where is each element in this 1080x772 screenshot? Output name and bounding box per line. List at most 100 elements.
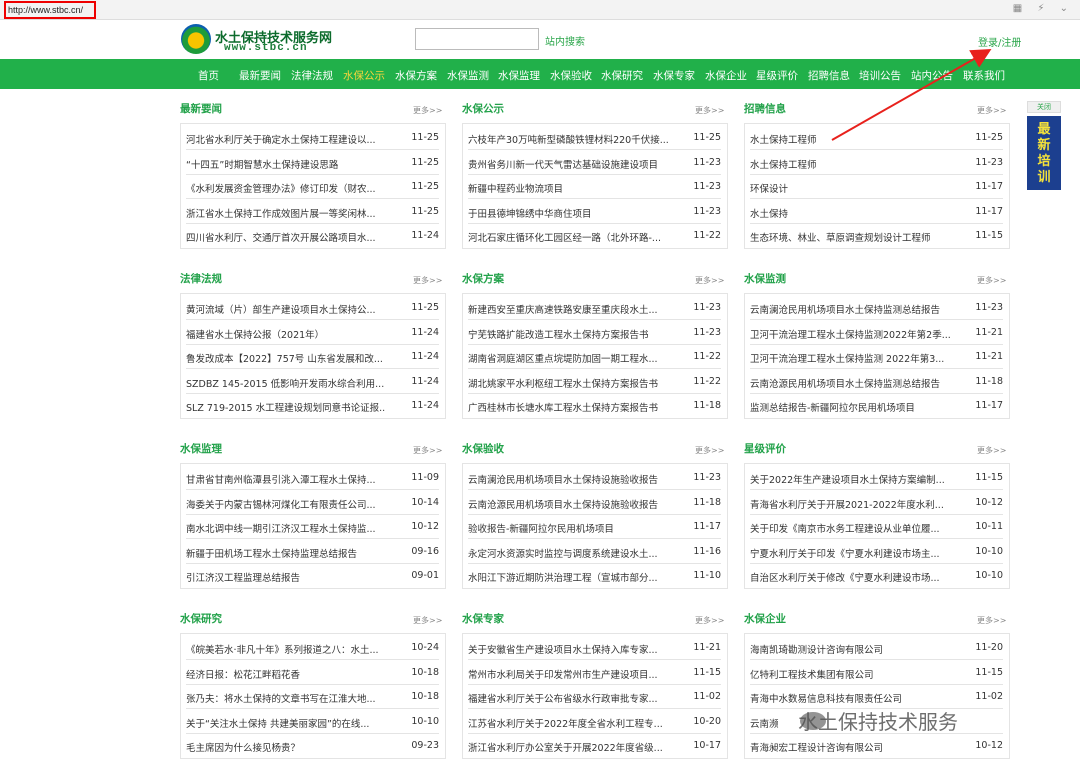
nav-item-10[interactable]: 水保企业: [705, 68, 747, 83]
more-link[interactable]: 更多>>: [413, 105, 442, 116]
list-item-title[interactable]: 经济日报：松花江畔稻花香: [186, 667, 386, 681]
list-item-title[interactable]: 关于2022年生产建设项目水土保持方案编制...: [750, 472, 950, 486]
list-item[interactable]: 毛主席因为什么接见杨贵？ 09-23: [186, 734, 439, 758]
list-item-title[interactable]: 湖南省洞庭湖区重点垸堤防加固一期工程水...: [468, 351, 668, 365]
more-link[interactable]: 更多>>: [695, 275, 724, 286]
list-item[interactable]: 新疆于田机场工程水土保持监理总结报告 09-16: [186, 540, 439, 564]
list-item-title[interactable]: 新疆于田机场工程水土保持监理总结报告: [186, 546, 386, 560]
list-item[interactable]: 新疆中程药业物流项目 11-23: [468, 175, 721, 199]
list-item-title[interactable]: 云南澜沧民用机场项目水土保持设施验收报告: [468, 472, 668, 486]
list-item[interactable]: 江苏省水利厅关于2022年度全省水利工程专... 10-20: [468, 710, 721, 734]
training-ad-banner[interactable]: 最新培训: [1027, 116, 1061, 190]
list-item-title[interactable]: 福建省水利厅关于公布省级水行政审批专家...: [468, 691, 668, 705]
more-link[interactable]: 更多>>: [695, 445, 724, 456]
more-link[interactable]: 更多>>: [413, 275, 442, 286]
section-title[interactable]: 水保公示: [462, 101, 504, 116]
list-item-title[interactable]: 河北石家庄循环化工园区经一路（北外环路-...: [468, 230, 668, 244]
list-item-title[interactable]: 水土保持工程师: [750, 132, 950, 146]
list-item-title[interactable]: 常州市水利局关于印发常州市生产建设项目...: [468, 667, 668, 681]
list-item[interactable]: 云南澜沧民用机场项目水土保持监测总结报告 11-23: [750, 296, 1003, 320]
list-item[interactable]: 浙江省水土保持工作成效图片展一等奖闲林... 11-25: [186, 200, 439, 224]
list-item-title[interactable]: 张乃夫：将水土保持的文章书写在江淮大地...: [186, 691, 386, 705]
nav-item-15[interactable]: 联系我们: [963, 68, 1005, 83]
list-item[interactable]: 经济日报：松花江畔稻花香 10-18: [186, 661, 439, 685]
nav-item-2[interactable]: 法律法规: [291, 68, 333, 83]
list-item-title[interactable]: 于田县德坤锦绣中华商住项目: [468, 206, 668, 220]
list-item-title[interactable]: 六枝年产30万吨新型磷酸铁锂材料220千伏接...: [468, 132, 668, 146]
list-item[interactable]: 青海昶宏工程设计咨询有限公司 10-12: [750, 734, 1003, 758]
list-item-title[interactable]: 海南凯琦勘测设计咨询有限公司: [750, 642, 950, 656]
nav-item-14[interactable]: 站内公告: [911, 68, 953, 83]
search-input[interactable]: [415, 28, 539, 50]
list-item-title[interactable]: 亿特利工程技术集团有限公司: [750, 667, 950, 681]
list-item-title[interactable]: 青海中水数易信息科技有限责任公司: [750, 691, 950, 705]
nav-item-6[interactable]: 水保监理: [498, 68, 540, 83]
list-item-title[interactable]: 云南澜沧民用机场项目水土保持监测总结报告: [750, 302, 950, 316]
list-item[interactable]: 海委关于内蒙古锡林河煤化工有限责任公司... 10-14: [186, 491, 439, 515]
list-item[interactable]: 云南澜沧民用机场项目水土保持设施验收报告 11-23: [468, 466, 721, 490]
list-item-title[interactable]: 水土保持工程师: [750, 157, 950, 171]
list-item-title[interactable]: 卫河干流治理工程水土保持监测2022年第2季...: [750, 327, 950, 341]
nav-item-3[interactable]: 水保公示: [343, 68, 385, 83]
list-item[interactable]: 关于2022年生产建设项目水土保持方案编制... 11-15: [750, 466, 1003, 490]
nav-item-11[interactable]: 星级评价: [756, 68, 798, 83]
list-item[interactable]: 卫河干流治理工程水土保持监测 2022年第3... 11-21: [750, 345, 1003, 369]
list-item[interactable]: 于田县德坤锦绣中华商住项目 11-23: [468, 200, 721, 224]
list-item-title[interactable]: 贵州省务川新一代天气雷达基础设施建设项目: [468, 157, 668, 171]
list-item[interactable]: 环保设计 11-17: [750, 175, 1003, 199]
more-link[interactable]: 更多>>: [977, 615, 1006, 626]
list-item[interactable]: “十四五”时期智慧水土保持建设思路 11-25: [186, 151, 439, 175]
list-item-title[interactable]: 《皖美若水·非凡十年》系列报道之八：水土...: [186, 642, 386, 656]
list-item[interactable]: 水土保持 11-17: [750, 200, 1003, 224]
list-item-title[interactable]: 新疆中程药业物流项目: [468, 181, 668, 195]
list-item-title[interactable]: 自治区水利厅关于修改《宁夏水利建设市场...: [750, 570, 950, 584]
list-item[interactable]: 《皖美若水·非凡十年》系列报道之八：水土... 10-24: [186, 636, 439, 660]
list-item[interactable]: 云南沧源民用机场项目水土保持设施验收报告 11-18: [468, 491, 721, 515]
list-item[interactable]: 湖南省洞庭湖区重点垸堤防加固一期工程水... 11-22: [468, 345, 721, 369]
list-item-title[interactable]: 水阳江下游近期防洪治理工程（宣城市部分...: [468, 570, 668, 584]
list-item[interactable]: 河北省水利厅关于确定水土保持工程建设以... 11-25: [186, 126, 439, 150]
nav-item-4[interactable]: 水保方案: [395, 68, 437, 83]
list-item-title[interactable]: 青海省水利厅关于开展2021-2022年度水利...: [750, 497, 950, 511]
site-logo-icon[interactable]: [181, 24, 211, 54]
list-item[interactable]: 常州市水利局关于印发常州市生产建设项目... 11-15: [468, 661, 721, 685]
list-item-title[interactable]: 环保设计: [750, 181, 950, 195]
list-item-title[interactable]: 关于“关注水土保持 共建美丽家园”的在线...: [186, 716, 386, 730]
list-item[interactable]: 云南沧源民用机场项目水土保持监测总结报告 11-18: [750, 370, 1003, 394]
list-item-title[interactable]: 浙江省水利厅办公室关于开展2022年度省级...: [468, 740, 668, 754]
list-item[interactable]: 宁夏水利厅关于印发《宁夏水利建设市场主... 10-10: [750, 540, 1003, 564]
list-item-title[interactable]: 引江济汉工程监理总结报告: [186, 570, 386, 584]
list-item[interactable]: 水土保持工程师 11-23: [750, 151, 1003, 175]
list-item-title[interactable]: 黄河流域（片）部生产建设项目水土保持公...: [186, 302, 386, 316]
section-title[interactable]: 最新要闻: [180, 101, 222, 116]
list-item[interactable]: 关于印发《南京市水务工程建设从业单位履... 10-11: [750, 515, 1003, 539]
list-item-title[interactable]: 毛主席因为什么接见杨贵？: [186, 740, 386, 754]
list-item-title[interactable]: 新建西安至重庆高速铁路安康至重庆段水土...: [468, 302, 668, 316]
list-item-title[interactable]: 四川省水利厅、交通厅首次开展公路项目水...: [186, 230, 386, 244]
list-item[interactable]: 鲁发改成本【2022】757号 山东省发展和改... 11-24: [186, 345, 439, 369]
list-item-title[interactable]: 宁夏水利厅关于印发《宁夏水利建设市场主...: [750, 546, 950, 560]
nav-item-7[interactable]: 水保验收: [550, 68, 592, 83]
more-link[interactable]: 更多>>: [413, 615, 442, 626]
section-title[interactable]: 水保企业: [744, 611, 786, 626]
list-item-title[interactable]: 湖北姚家平水利枢纽工程水土保持方案报告书: [468, 376, 668, 390]
nav-item-12[interactable]: 招聘信息: [808, 68, 850, 83]
nav-item-0[interactable]: 首页: [198, 68, 219, 83]
list-item-title[interactable]: 广西桂林市长塘水库工程水土保持方案报告书: [468, 400, 668, 414]
nav-item-1[interactable]: 最新要闻: [239, 68, 281, 83]
list-item[interactable]: 自治区水利厅关于修改《宁夏水利建设市场... 10-10: [750, 564, 1003, 588]
list-item-title[interactable]: 验收报告-新疆阿拉尔民用机场项目: [468, 521, 668, 535]
list-item[interactable]: 《水利发展资金管理办法》修订印发（财农... 11-25: [186, 175, 439, 199]
ad-close-button[interactable]: 关闭: [1027, 101, 1061, 113]
list-item-title[interactable]: 海委关于内蒙古锡林河煤化工有限责任公司...: [186, 497, 386, 511]
list-item-title[interactable]: 宁芜铁路扩能改造工程水土保持方案报告书: [468, 327, 668, 341]
list-item[interactable]: SLZ 719-2015 水工程建设规划同意书论证报... 11-24: [186, 394, 439, 418]
list-item[interactable]: 南水北调中线一期引江济汉工程水土保持监... 10-12: [186, 515, 439, 539]
list-item-title[interactable]: 《水利发展资金管理办法》修订印发（财农...: [186, 181, 386, 195]
list-item[interactable]: 生态环境、林业、草原调查规划设计工程师 11-15: [750, 224, 1003, 248]
list-item[interactable]: 卫河干流治理工程水土保持监测2022年第2季... 11-21: [750, 321, 1003, 345]
list-item-title[interactable]: 关于安徽省生产建设项目水土保持入库专家...: [468, 642, 668, 656]
list-item-title[interactable]: 云南沧源民用机场项目水土保持设施验收报告: [468, 497, 668, 511]
section-title[interactable]: 法律法规: [180, 271, 222, 286]
list-item-title[interactable]: 卫河干流治理工程水土保持监测 2022年第3...: [750, 351, 950, 365]
